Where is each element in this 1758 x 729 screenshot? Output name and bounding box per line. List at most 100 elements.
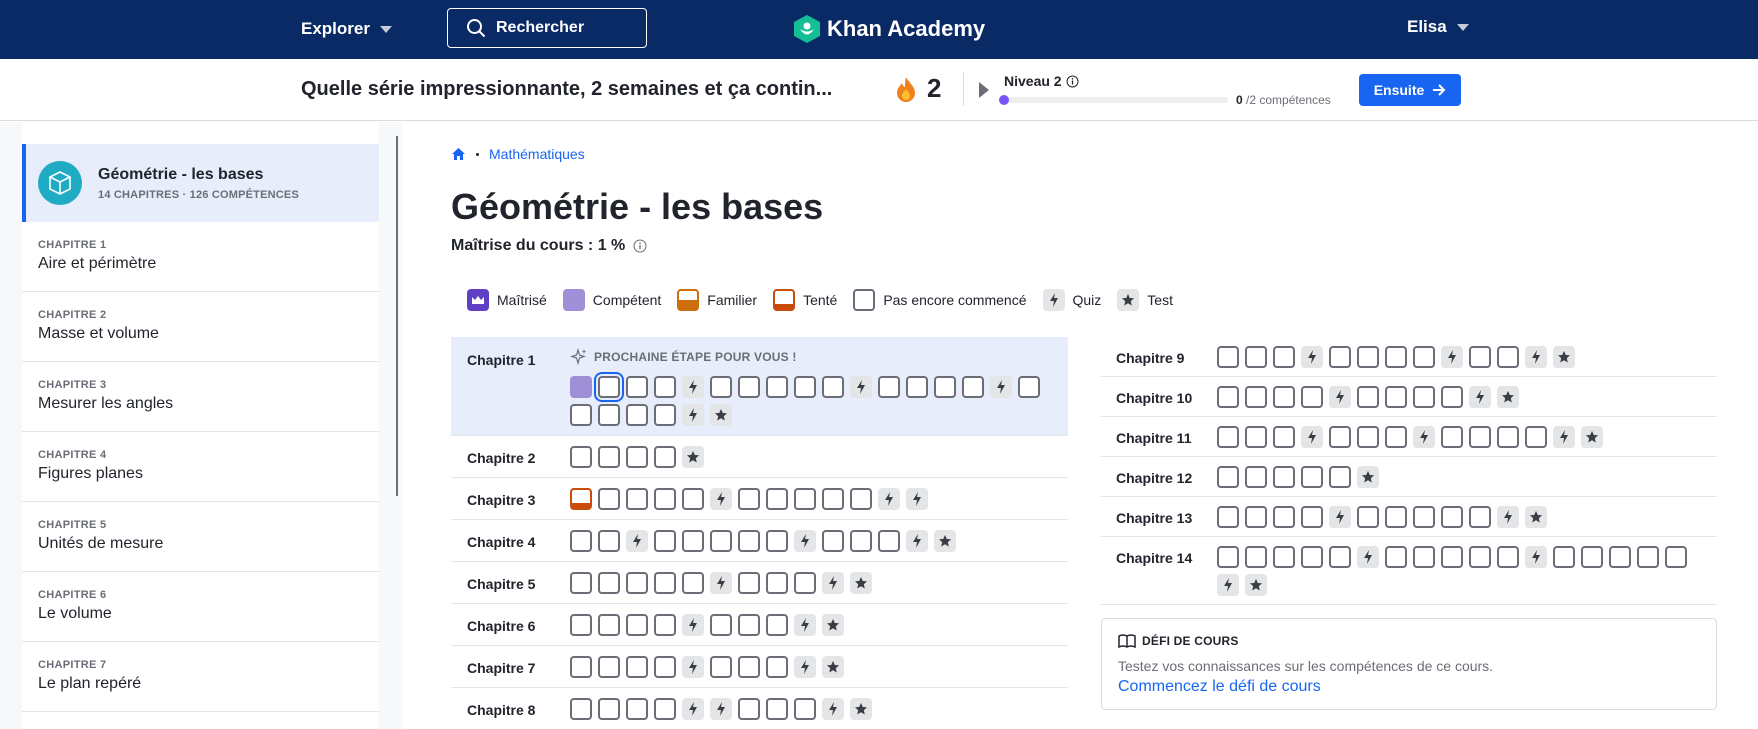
skill-not-started[interactable] (654, 488, 676, 510)
quiz-lightning-icon[interactable] (1413, 426, 1435, 448)
skill-not-started[interactable] (626, 572, 648, 594)
skill-not-started[interactable] (1385, 346, 1407, 368)
quiz-lightning-icon[interactable] (1441, 346, 1463, 368)
skill-not-started[interactable] (626, 614, 648, 636)
play-icon[interactable] (979, 82, 989, 98)
quiz-lightning-icon[interactable] (682, 404, 704, 426)
quiz-lightning-icon[interactable] (1329, 506, 1351, 528)
search-input[interactable]: Rechercher (447, 8, 647, 48)
skill-not-started[interactable] (1357, 426, 1379, 448)
quiz-lightning-icon[interactable] (1329, 386, 1351, 408)
quiz-lightning-icon[interactable] (822, 572, 844, 594)
skill-not-started[interactable] (1245, 466, 1267, 488)
skill-not-started[interactable] (570, 698, 592, 720)
skill-not-started[interactable] (1273, 426, 1295, 448)
level-label[interactable]: Niveau 2 (1004, 73, 1079, 89)
skill-attempted[interactable] (570, 488, 592, 510)
skill-not-started[interactable] (570, 446, 592, 468)
test-star-icon[interactable] (682, 446, 704, 468)
skill-not-started[interactable] (626, 404, 648, 426)
quiz-lightning-icon[interactable] (682, 698, 704, 720)
skill-not-started[interactable] (1245, 426, 1267, 448)
skill-not-started[interactable] (794, 376, 816, 398)
skill-not-started[interactable] (1357, 346, 1379, 368)
chapter-row-label[interactable]: Chapitre 10 (1116, 386, 1217, 408)
chapter-row-label[interactable]: Chapitre 7 (467, 656, 570, 678)
skill-not-started[interactable] (794, 488, 816, 510)
skill-not-started[interactable] (1217, 546, 1239, 568)
skill-not-started[interactable] (1301, 386, 1323, 408)
home-icon[interactable] (451, 147, 466, 161)
test-star-icon[interactable] (710, 404, 732, 426)
skill-not-started[interactable] (738, 698, 760, 720)
quiz-lightning-icon[interactable] (682, 614, 704, 636)
chapter-row-label[interactable]: Chapitre 14 (1116, 546, 1217, 596)
start-challenge-link[interactable]: Commencez le défi de cours (1118, 678, 1700, 696)
skill-not-started[interactable] (1357, 506, 1379, 528)
test-star-icon[interactable] (850, 572, 872, 594)
skill-not-started[interactable] (1329, 346, 1351, 368)
skill-not-started[interactable] (570, 656, 592, 678)
skill-not-started[interactable] (1497, 426, 1519, 448)
skill-not-started[interactable] (598, 572, 620, 594)
chapter-row-label[interactable]: Chapitre 9 (1116, 346, 1217, 368)
sidebar-item-chapter-5[interactable]: CHAPITRE 5 Unités de mesure (22, 502, 379, 572)
skill-not-started[interactable] (766, 530, 788, 552)
skill-not-started[interactable] (654, 572, 676, 594)
quiz-lightning-icon[interactable] (682, 376, 704, 398)
test-star-icon[interactable] (1553, 346, 1575, 368)
skill-not-started[interactable] (654, 530, 676, 552)
skill-not-started[interactable] (794, 698, 816, 720)
quiz-lightning-icon[interactable] (1301, 346, 1323, 368)
skill-not-started[interactable] (1301, 546, 1323, 568)
skill-not-started[interactable] (1217, 386, 1239, 408)
skill-not-started[interactable] (598, 530, 620, 552)
skill-not-started[interactable] (570, 572, 592, 594)
skill-not-started[interactable] (1217, 466, 1239, 488)
quiz-lightning-icon[interactable] (1497, 506, 1519, 528)
skill-not-started[interactable] (1217, 426, 1239, 448)
chapter-row-label[interactable]: Chapitre 2 (467, 446, 570, 468)
skill-not-started[interactable] (626, 488, 648, 510)
skill-not-started[interactable] (598, 656, 620, 678)
skill-not-started[interactable] (598, 488, 620, 510)
skill-not-started[interactable] (766, 376, 788, 398)
quiz-lightning-icon[interactable] (1469, 386, 1491, 408)
user-menu[interactable]: Elisa (1407, 17, 1469, 37)
sidebar-item-chapter-6[interactable]: CHAPITRE 6 Le volume (22, 572, 379, 642)
sidebar-item-chapter-1[interactable]: CHAPITRE 1 Aire et périmètre (22, 222, 379, 292)
skill-not-started[interactable] (1329, 546, 1351, 568)
chapter-row-label[interactable]: Chapitre 11 (1116, 426, 1217, 448)
chapter-row-label[interactable]: Chapitre 8 (467, 698, 570, 720)
skill-not-started[interactable] (1441, 546, 1463, 568)
skill-not-started[interactable] (766, 698, 788, 720)
test-star-icon[interactable] (822, 614, 844, 636)
chapter-row-label[interactable]: Chapitre 1 (467, 348, 570, 426)
quiz-lightning-icon[interactable] (682, 656, 704, 678)
skill-not-started[interactable] (1385, 546, 1407, 568)
skill-not-started[interactable] (682, 572, 704, 594)
skill-not-started[interactable] (738, 488, 760, 510)
skill-not-started[interactable] (598, 698, 620, 720)
skill-not-started[interactable] (598, 614, 620, 636)
sidebar-item-chapter-4[interactable]: CHAPITRE 4 Figures planes (22, 432, 379, 502)
skill-not-started[interactable] (822, 530, 844, 552)
skill-not-started[interactable] (1357, 386, 1379, 408)
skill-not-started[interactable] (766, 614, 788, 636)
skill-not-started[interactable] (1301, 466, 1323, 488)
test-star-icon[interactable] (822, 656, 844, 678)
quiz-lightning-icon[interactable] (710, 572, 732, 594)
skill-not-started[interactable] (738, 530, 760, 552)
quiz-lightning-icon[interactable] (626, 530, 648, 552)
info-icon[interactable] (1066, 75, 1079, 88)
skill-not-started[interactable] (1385, 506, 1407, 528)
skill-not-started[interactable] (738, 376, 760, 398)
skill-not-started[interactable] (850, 488, 872, 510)
skill-not-started[interactable] (710, 614, 732, 636)
skill-not-started[interactable] (1385, 426, 1407, 448)
skill-not-started[interactable] (1469, 426, 1491, 448)
skill-not-started[interactable] (1273, 386, 1295, 408)
quiz-lightning-icon[interactable] (906, 488, 928, 510)
breadcrumb-link-mathematics[interactable]: Mathématiques (489, 146, 585, 162)
skill-not-started[interactable] (682, 530, 704, 552)
